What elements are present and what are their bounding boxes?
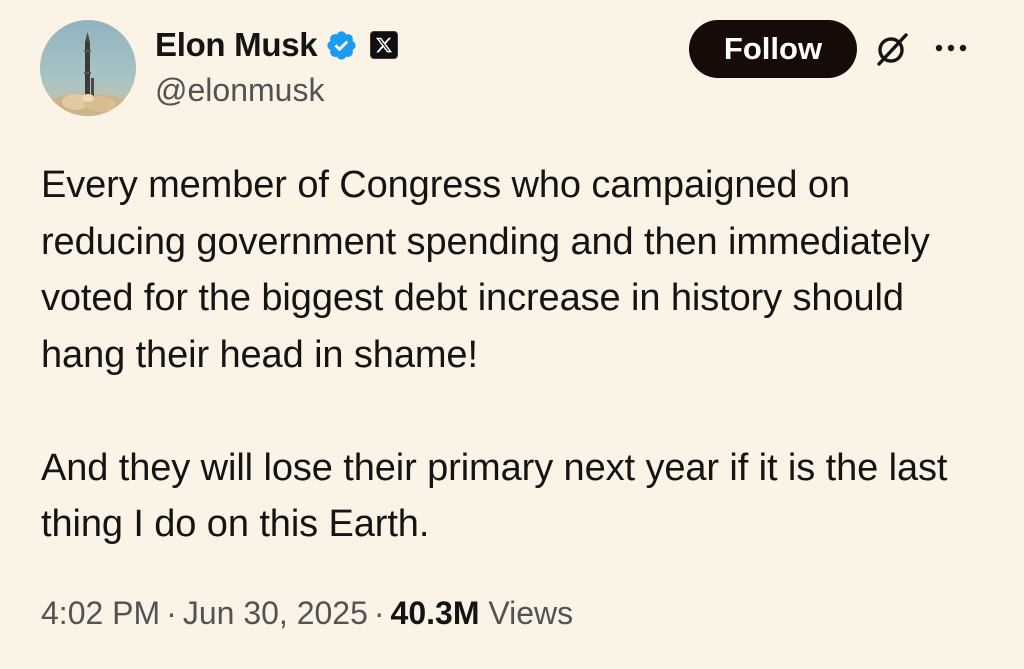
tweet-time[interactable]: 4:02 PM: [41, 595, 160, 631]
author-name-row: Elon Musk: [155, 24, 399, 66]
author-handle[interactable]: @elonmusk: [155, 72, 324, 109]
views-count[interactable]: 40.3M: [391, 595, 480, 631]
tweet-card: Elon Musk @elonmusk Follow Every member: [0, 0, 1024, 669]
avatar[interactable]: [40, 20, 136, 116]
meta-separator: ·: [166, 595, 177, 631]
views-label: Views: [488, 595, 574, 631]
tweet-paragraph-1: Every member of Congress who campaigned …: [41, 164, 930, 376]
tweet-paragraph-2: And they will lose their primary next ye…: [41, 446, 948, 546]
tweet-text: Every member of Congress who campaigned …: [41, 157, 991, 553]
grok-icon[interactable]: [872, 29, 912, 69]
x-logo-icon[interactable]: [370, 31, 399, 59]
avatar-rocket-image: [40, 20, 136, 116]
tweet-meta: 4:02 PM · Jun 30, 2025 · 40.3M Views: [41, 595, 573, 632]
tweet-date[interactable]: Jun 30, 2025: [183, 595, 368, 631]
follow-button[interactable]: Follow: [689, 20, 857, 78]
verified-badge-icon: [325, 29, 358, 62]
display-name[interactable]: Elon Musk: [155, 26, 318, 64]
meta-separator: ·: [373, 595, 385, 631]
more-icon[interactable]: [931, 36, 975, 60]
